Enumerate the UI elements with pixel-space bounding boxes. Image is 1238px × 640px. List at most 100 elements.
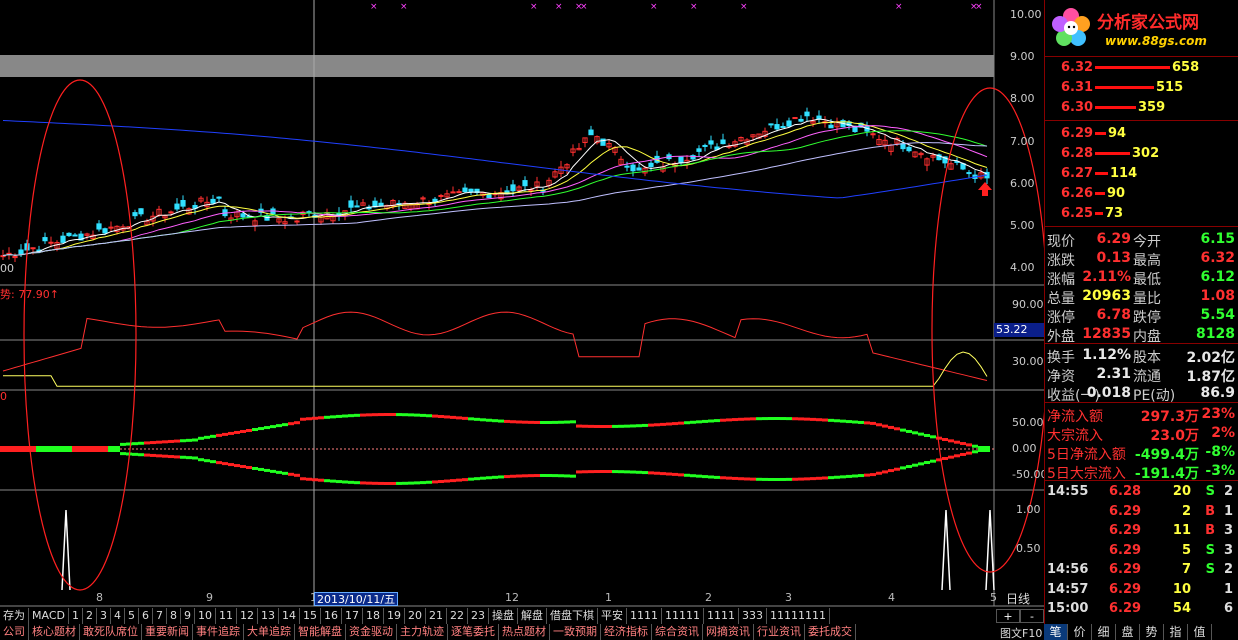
indicator-tab[interactable]: 11 xyxy=(215,608,237,624)
indicator-tab[interactable]: 借盘下棋 xyxy=(546,608,598,624)
panel-tab[interactable]: 势 xyxy=(1140,624,1164,640)
flow-in-bar xyxy=(348,414,354,418)
info-tab[interactable]: 经济指标 xyxy=(601,624,652,640)
zoom-out-button[interactable]: - xyxy=(1020,609,1044,623)
flow-in-bar xyxy=(852,420,858,424)
info-tab[interactable]: 逐笔委托 xyxy=(448,624,499,640)
info-tab[interactable]: 敢死队席位 xyxy=(80,624,142,640)
flow-out-bar xyxy=(24,449,30,452)
period-label[interactable]: 日线 xyxy=(1006,590,1030,607)
indicator-tab[interactable]: 1111 xyxy=(626,608,662,624)
indicator-tab[interactable]: 平安 xyxy=(597,608,627,624)
flow-tick-label: 50.00 xyxy=(1012,416,1044,429)
flow-out-bar xyxy=(480,476,486,480)
flow-out-bar xyxy=(582,470,588,474)
indicator-tab[interactable]: 6 xyxy=(138,608,153,624)
indicator-tab[interactable]: 13 xyxy=(257,608,279,624)
indicator-tab[interactable]: 17 xyxy=(341,608,363,624)
kline-chart-area[interactable]: × × × × ×× × × × × ×× xyxy=(0,0,1044,610)
indicator-tab[interactable]: 解盘 xyxy=(517,608,547,624)
f10-label[interactable]: 图文F10 xyxy=(1000,625,1042,640)
indicator-tab[interactable]: 1111 xyxy=(703,608,739,624)
panel-tab[interactable]: 价 xyxy=(1068,624,1092,640)
flow-out-bar xyxy=(0,449,6,452)
info-tab[interactable]: 一致预期 xyxy=(550,624,601,640)
info-tab[interactable]: 资金驱动 xyxy=(346,624,397,640)
indicator-tab[interactable]: 8 xyxy=(166,608,181,624)
indicator-tab[interactable]: 19 xyxy=(383,608,405,624)
flow-in-bar xyxy=(954,440,960,444)
flow-out-bar xyxy=(516,474,522,478)
flow-tick-label: 0.00 xyxy=(1012,442,1037,455)
flow-in-bar xyxy=(612,424,618,428)
panel-tab[interactable]: 盘 xyxy=(1116,624,1140,640)
flow-in-bar xyxy=(378,413,384,417)
info-tab[interactable]: 智能解盘 xyxy=(295,624,346,640)
panel-tab[interactable]: 指 xyxy=(1164,624,1188,640)
indicator-tab[interactable]: 14 xyxy=(278,608,300,624)
indicator-tab[interactable]: 5 xyxy=(124,608,139,624)
indicator-tab[interactable]: 333 xyxy=(738,608,767,624)
indicator-tab[interactable]: MACD xyxy=(29,608,69,624)
flow-in-bar xyxy=(222,432,228,436)
indicator-tab[interactable]: 11111 xyxy=(661,608,704,624)
flow-in-bar xyxy=(714,419,720,423)
flow-out-bar xyxy=(918,462,924,466)
info-tab[interactable]: 大单追踪 xyxy=(244,624,295,640)
info-tab[interactable]: 主力轨迹 xyxy=(397,624,448,640)
indicator-tab[interactable]: 12 xyxy=(236,608,258,624)
info-tab[interactable]: 热点题材 xyxy=(499,624,550,640)
panel-tab[interactable]: 值 xyxy=(1188,624,1212,640)
flow-out-bar xyxy=(948,455,954,459)
info-tab[interactable]: 核心题材 xyxy=(29,624,80,640)
ma60-line xyxy=(2,141,988,257)
indicator-tab[interactable]: 2 xyxy=(82,608,97,624)
flow-in-bar xyxy=(372,413,378,417)
ma5-line xyxy=(2,118,988,257)
candle-up xyxy=(48,241,54,244)
indicator-tab[interactable]: 1 xyxy=(68,608,83,624)
info-tab[interactable]: 行业资讯 xyxy=(754,624,805,640)
flow-in-bar xyxy=(234,430,240,434)
info-tab[interactable]: 综合资讯 xyxy=(652,624,703,640)
flow-in-bar xyxy=(462,416,468,420)
indicator-tab[interactable]: 9 xyxy=(180,608,195,624)
indicator-tab[interactable]: 15 xyxy=(299,608,321,624)
quote-label: 最高 xyxy=(1133,253,1161,269)
indicator-tab[interactable]: 18 xyxy=(362,608,384,624)
flow-in-bar xyxy=(522,420,528,424)
flow-in-bar xyxy=(648,423,654,427)
flow-out-bar xyxy=(192,456,198,460)
info-tab[interactable]: 委托成交 xyxy=(805,624,856,640)
flow-out-bar xyxy=(216,461,222,465)
indicator-tab[interactable]: 23 xyxy=(467,608,489,624)
tick-time: 14:56 xyxy=(1047,562,1089,577)
indicator-tab[interactable]: 4 xyxy=(110,608,125,624)
info-tab[interactable]: 公司 xyxy=(0,624,29,640)
flow-out-bar xyxy=(798,477,804,481)
indicator-tab[interactable]: 16 xyxy=(320,608,342,624)
flow-in-bar xyxy=(108,446,114,449)
indicator-tab[interactable]: 11111111 xyxy=(766,608,830,624)
panel-tab[interactable]: 笔 xyxy=(1044,624,1068,640)
panel-tab[interactable]: 细 xyxy=(1092,624,1116,640)
flow-in-bar xyxy=(684,421,690,425)
indicator-tab[interactable]: 3 xyxy=(96,608,111,624)
indicator-tab[interactable]: 21 xyxy=(425,608,447,624)
zoom-in-button[interactable]: + xyxy=(996,609,1020,623)
tick-row: 15:00 6.29 54 6 xyxy=(1045,599,1238,618)
indicator-tab[interactable]: 20 xyxy=(404,608,426,624)
indicator-tab[interactable]: 操盘 xyxy=(488,608,518,624)
indicator-tab[interactable]: 10 xyxy=(194,608,216,624)
info-tab[interactable]: 事件追踪 xyxy=(193,624,244,640)
flow-in-bar xyxy=(912,431,918,435)
flow-in-bar xyxy=(936,436,942,440)
info-tab[interactable]: 网摘资讯 xyxy=(703,624,754,640)
flow-in-bar xyxy=(36,446,42,449)
indicator-tab[interactable]: 22 xyxy=(446,608,468,624)
share-row: 净资 2.31 流通 1.87亿 xyxy=(1045,365,1238,385)
indicator-tab[interactable]: 存为 xyxy=(0,608,29,624)
flow-out-bar xyxy=(66,449,72,452)
info-tab[interactable]: 重要新闻 xyxy=(142,624,193,640)
indicator-tab[interactable]: 7 xyxy=(152,608,167,624)
